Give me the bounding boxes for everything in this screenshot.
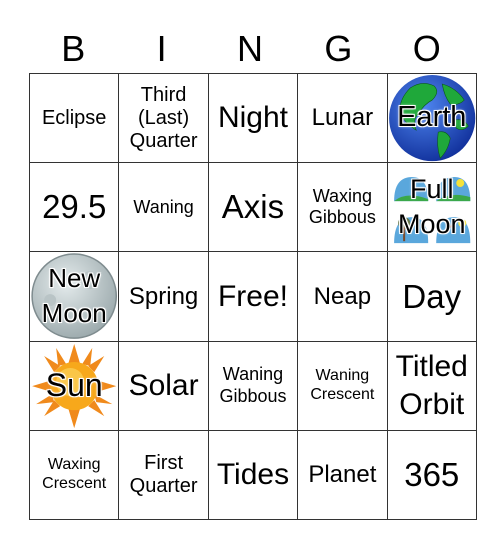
cell-text: Waning Crescent [310,367,375,403]
cell-planet[interactable]: Planet [297,429,388,520]
bingo-header: B I N G O [29,26,471,72]
cell-text: Lunar [311,104,374,132]
cell-text: Planet [308,461,377,489]
cell-third-quarter[interactable]: Third (Last) Quarter [118,72,209,164]
cell-night[interactable]: Night [207,72,299,164]
cell-waxing-crescent[interactable]: Waxing Crescent [28,429,120,520]
cell-text: Waxing Gibbous [308,185,376,228]
cell-neap[interactable]: Neap [297,251,388,342]
bingo-card-grid: Eclipse Third (Last) Quarter Night Lunar E… [28,72,477,520]
header-letter-b: B [61,28,86,69]
cell-waning-gibbous[interactable]: Waning Gibbous [207,340,299,431]
cell-spring[interactable]: Spring [118,251,209,342]
cell-waning-crescent[interactable]: Waning Crescent [297,340,388,431]
cell-text: Eclipse [41,106,107,129]
cell-sun[interactable]: Sun [28,340,120,431]
card-row: Sun Solar Waning Gibbous Waning Crescent T… [28,340,477,431]
cell-solar[interactable]: Solar [118,340,209,431]
cell-text: Waxing Crescent [42,456,107,492]
cell-text: 365 [404,455,460,493]
cell-text: Spring [128,282,199,310]
cell-text: Waning Gibbous [219,364,287,406]
cell-eclipse[interactable]: Eclipse [28,72,120,164]
cell-29-5[interactable]: 29.5 [28,162,120,253]
cell-waxing-gibbous[interactable]: Waxing Gibbous [297,162,388,253]
cell-new-moon[interactable]: New Moon [28,251,120,342]
header-letter-n: N [236,28,263,69]
cell-titled-orbit[interactable]: Titled Orbit [386,340,477,431]
cell-text: Neap [313,282,372,310]
cell-text: Axis [221,188,285,226]
header-letter-o: O [412,28,441,69]
card-row: 29.5 Waning Axis Waxing Gibbous Full Moo… [28,162,477,253]
cell-lunar[interactable]: Lunar [297,72,388,164]
cell-axis[interactable]: Axis [207,162,299,253]
cell-text: 29.5 [42,188,107,226]
header-letter-g: G [324,28,353,69]
cell-text: Day [402,277,462,315]
cell-text: Free! [217,279,288,313]
header-letter-i: I [156,28,167,69]
cell-text: Waning [133,196,194,217]
cell-tides[interactable]: Tides [207,429,299,520]
cell-full-moon[interactable]: Full Moon [386,162,477,253]
cell-day[interactable]: Day [386,251,477,342]
card-row: Eclipse Third (Last) Quarter Night Lunar E… [28,72,477,164]
cell-text: Earth [397,101,467,134]
cell-first-quarter[interactable]: First Quarter [118,429,209,520]
cell-text: First Quarter [129,451,198,497]
cell-text: Night [217,101,288,135]
cell-text: Tides [216,458,290,492]
cell-text: Sun [45,367,103,404]
cell-365[interactable]: 365 [386,429,477,520]
cell-text: Solar [128,368,199,402]
cell-free[interactable]: Free! [207,251,299,342]
card-row: New Moon Spring Free! Neap Day [28,251,477,342]
cell-text: Titled Orbit [395,350,468,421]
card-row: Waxing Crescent First Quarter Tides Planet… [28,429,477,520]
cell-text: Third (Last) Quarter [129,83,198,152]
cell-earth[interactable]: Earth [386,72,477,164]
cell-waning[interactable]: Waning [118,162,209,253]
